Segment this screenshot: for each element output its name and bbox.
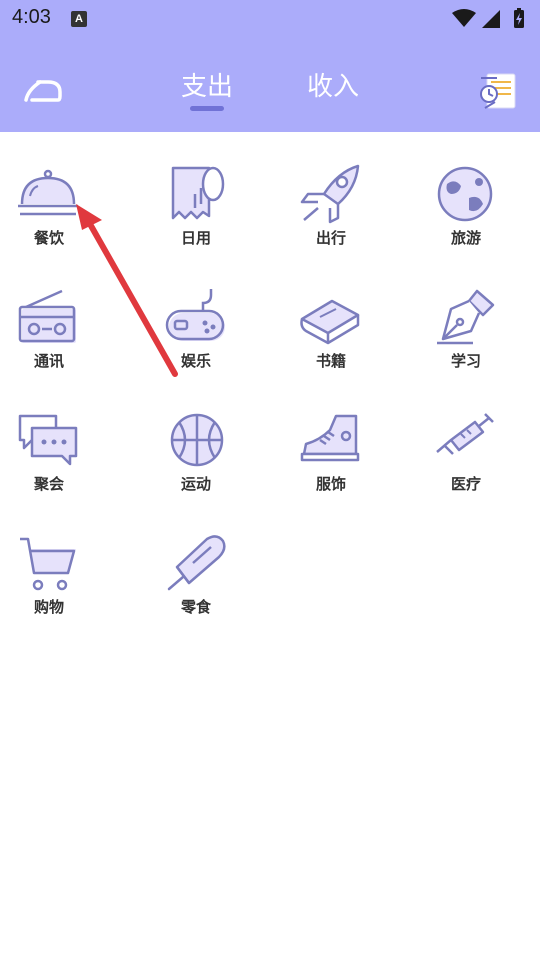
syringe-icon — [436, 413, 494, 455]
category-tourism[interactable]: 旅游 — [411, 142, 521, 252]
category-travel[interactable]: 出行 — [276, 142, 386, 252]
chat-bubbles-icon — [18, 414, 78, 466]
category-clothing[interactable]: 服饰 — [276, 388, 386, 498]
toilet-paper-icon — [171, 166, 225, 220]
back-icon[interactable] — [20, 72, 64, 112]
active-tab-indicator — [190, 106, 224, 111]
fountain-pen-icon — [437, 289, 495, 345]
category-label: 购物 — [33, 598, 64, 616]
battery-icon — [514, 8, 524, 28]
popsicle-icon — [167, 535, 226, 591]
category-label: 旅游 — [450, 229, 481, 247]
category-label: 运动 — [180, 475, 211, 493]
category-books[interactable]: 书籍 — [276, 265, 386, 375]
category-label: 书籍 — [315, 352, 346, 370]
category-label: 日用 — [180, 229, 211, 247]
globe-icon — [437, 166, 493, 222]
category-label: 医疗 — [450, 475, 481, 493]
food-cloche-icon — [18, 169, 78, 216]
ledger-settings-icon[interactable] — [475, 68, 521, 114]
sneaker-icon — [300, 414, 360, 462]
status-bar: 4:03 A — [0, 0, 540, 38]
category-study[interactable]: 学习 — [411, 265, 521, 375]
tab-income[interactable]: 收入 — [300, 66, 366, 116]
book-icon — [300, 299, 360, 345]
rocket-icon — [300, 164, 360, 224]
category-label: 餐饮 — [33, 229, 64, 247]
category-label: 出行 — [315, 229, 346, 247]
category-label: 通讯 — [33, 352, 64, 370]
status-time: 4:03 — [12, 6, 51, 28]
category-food[interactable]: 餐饮 — [0, 142, 104, 252]
wifi-icon — [452, 9, 476, 27]
category-entertainment[interactable]: 娱乐 — [141, 265, 251, 375]
top-header: 4:03 A 支出 收入 — [0, 0, 540, 132]
category-label: 聚会 — [33, 475, 64, 493]
category-communication[interactable]: 通讯 — [0, 265, 104, 375]
category-daily-use[interactable]: 日用 — [141, 142, 251, 252]
category-label: 服饰 — [315, 475, 346, 493]
notification-app-icon: A — [71, 11, 87, 27]
category-party[interactable]: 聚会 — [0, 388, 104, 498]
category-snacks[interactable]: 零食 — [141, 511, 251, 621]
category-label: 学习 — [450, 352, 481, 370]
category-label: 娱乐 — [180, 352, 211, 370]
signal-icon — [482, 10, 500, 28]
shopping-cart-icon — [20, 537, 76, 591]
category-medical[interactable]: 医疗 — [411, 388, 521, 498]
category-label: 零食 — [180, 598, 211, 616]
radio-icon — [18, 289, 76, 343]
basketball-icon — [170, 413, 224, 467]
category-sports[interactable]: 运动 — [141, 388, 251, 498]
gamepad-icon — [165, 289, 225, 341]
status-icons — [452, 8, 524, 28]
category-shopping[interactable]: 购物 — [0, 511, 104, 621]
